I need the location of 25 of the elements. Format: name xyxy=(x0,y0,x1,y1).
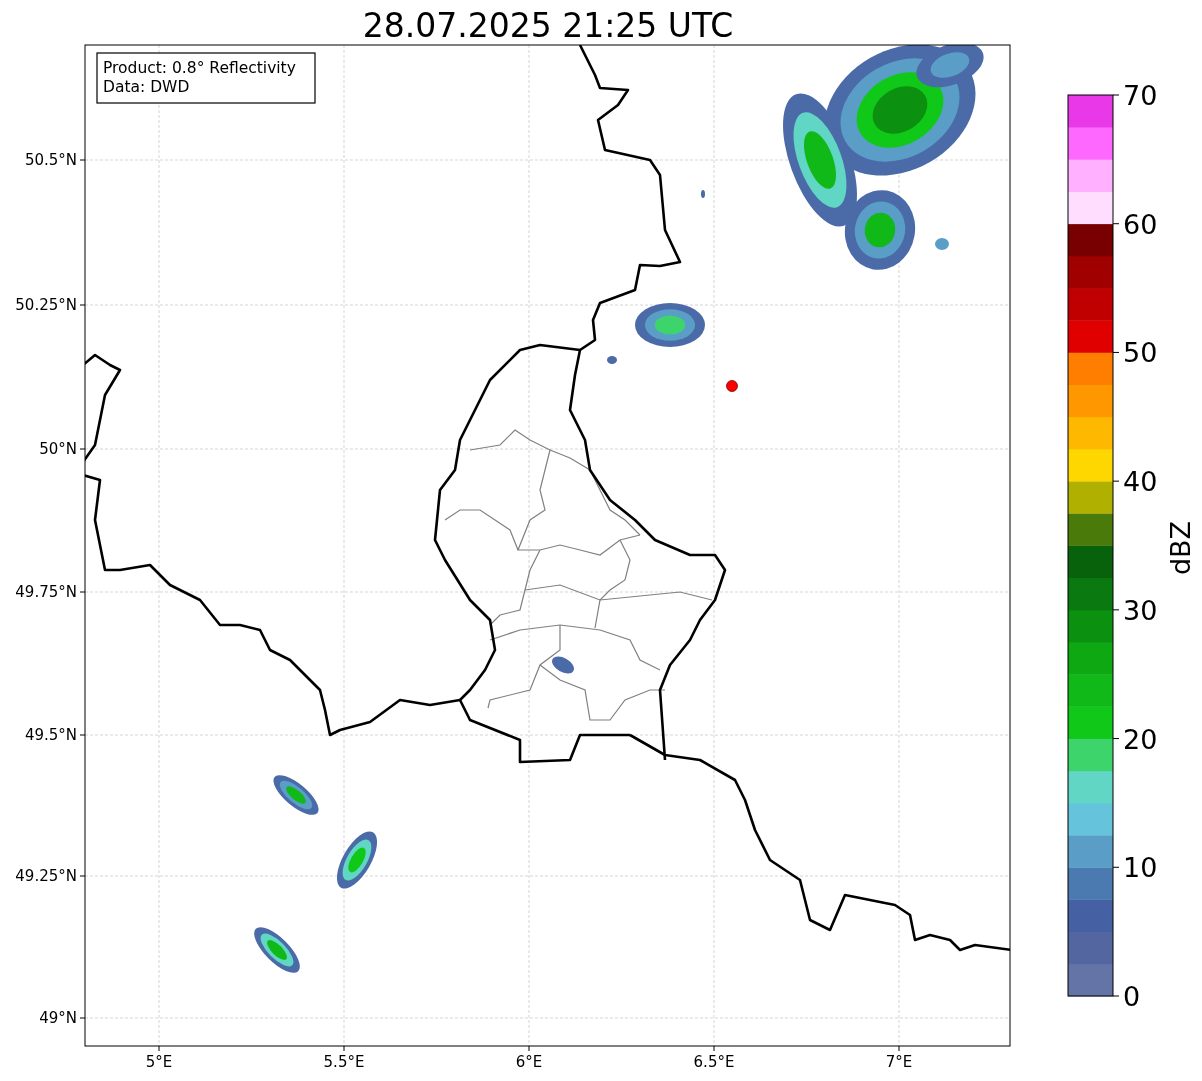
colorbar-tick-label: 10 xyxy=(1123,852,1158,884)
colorbar-tick-label: 50 xyxy=(1123,337,1158,369)
axis-tick-label: 50.25°N xyxy=(15,296,77,314)
axis-tick-label: 49°N xyxy=(39,1009,77,1027)
axis-tick-label: 6°E xyxy=(515,1053,543,1071)
axis-tick-label: 7°E xyxy=(885,1053,913,1071)
colorbar-tick-label: 60 xyxy=(1123,208,1158,240)
info-text: Data: DWD xyxy=(103,78,190,96)
colorbar-tick-label: 30 xyxy=(1123,594,1158,626)
axis-tick-label: 50.5°N xyxy=(24,151,77,169)
colorbar-tick-label: 0 xyxy=(1123,981,1141,1012)
axis-tick-label: 49.25°N xyxy=(15,867,77,885)
axis-tick-label: 49.5°N xyxy=(24,726,77,744)
colorbar-tick-label: 20 xyxy=(1123,723,1158,755)
location-marker xyxy=(726,380,738,392)
colorbar-tick-label: 70 xyxy=(1123,80,1158,111)
axis-tick-label: 5°E xyxy=(145,1053,173,1071)
axis-tick-label: 6.5°E xyxy=(693,1053,735,1071)
axis-tick-label: 5.5°E xyxy=(323,1053,365,1071)
axis-tick-label: 49.75°N xyxy=(15,583,77,601)
colorbar-label: dBZ xyxy=(1165,520,1196,576)
axis-tick-label: 50°N xyxy=(39,440,77,458)
info-text: Product: 0.8° Reflectivity xyxy=(103,59,296,77)
chart-title: 28.07.2025 21:25 UTC xyxy=(362,6,734,45)
colorbar-tick-label: 40 xyxy=(1123,466,1158,498)
